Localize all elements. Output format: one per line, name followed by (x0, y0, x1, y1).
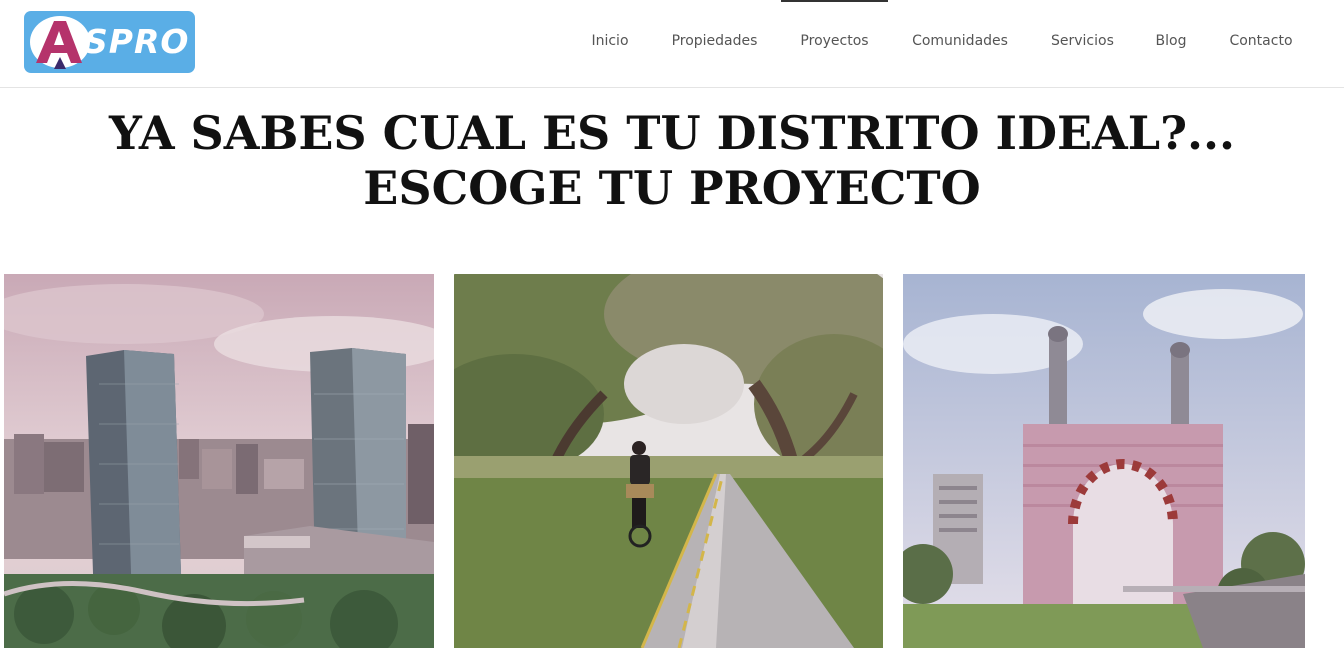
nav-proyectos[interactable]: Proyectos (781, 0, 888, 88)
nav-propiedades[interactable]: Propiedades (670, 0, 759, 88)
moorish-arch-photo (903, 274, 1305, 648)
project-card-towers[interactable] (4, 274, 434, 648)
project-card-park[interactable] (454, 274, 883, 648)
nav-inicio[interactable]: Inicio (591, 0, 629, 88)
headline-line-2: ESCOGE TU PROYECTO (363, 161, 981, 215)
page-headline: YA SABES CUAL ES TU DISTRITO IDEAL?... E… (0, 106, 1344, 216)
nav-comunidades[interactable]: Comunidades (910, 0, 1010, 88)
city-towers-photo (4, 274, 434, 648)
nav-contacto[interactable]: Contacto (1229, 0, 1293, 88)
project-card-arch[interactable] (903, 274, 1305, 648)
park-cyclist-photo (454, 274, 883, 648)
headline-line-1: YA SABES CUAL ES TU DISTRITO IDEAL?... (108, 106, 1236, 160)
site-header: SPRO ® Inicio Propiedades Proyectos Comu… (0, 0, 1344, 88)
nav-blog[interactable]: Blog (1154, 0, 1188, 88)
nav-servicios[interactable]: Servicios (1051, 0, 1114, 88)
logo-text: SPRO (84, 22, 190, 61)
aspro-logo[interactable]: SPRO ® (24, 11, 195, 73)
